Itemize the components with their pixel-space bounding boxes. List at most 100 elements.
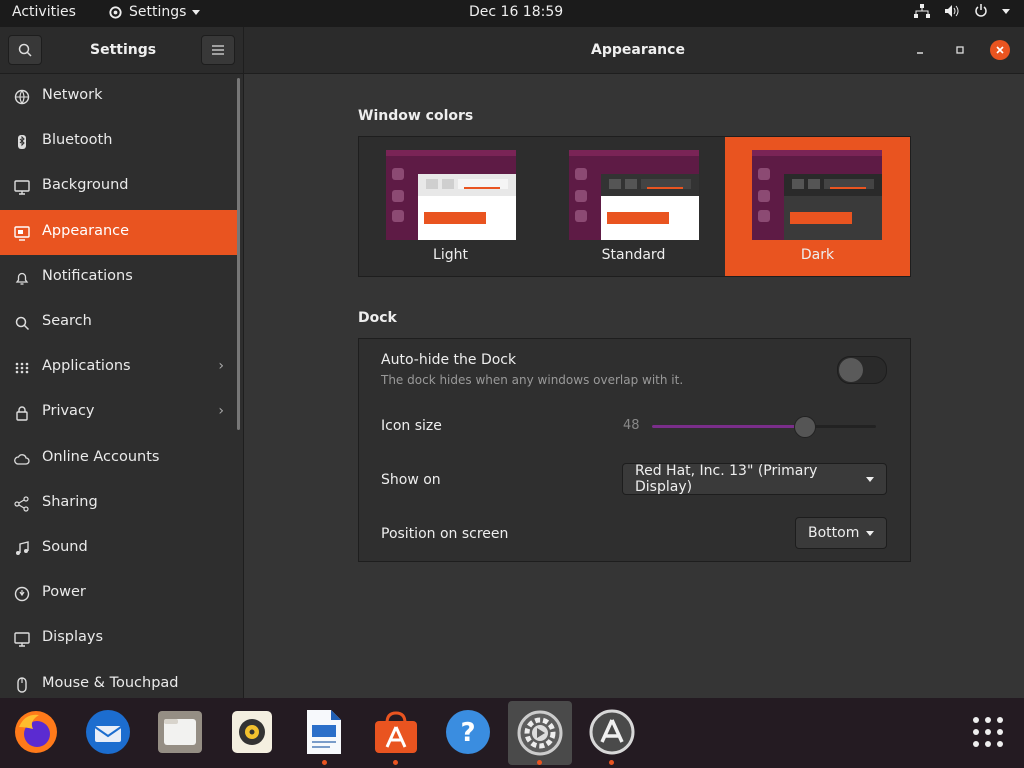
sidebar-item-notifications[interactable]: Notifications — [0, 255, 240, 300]
sidebar-item-label: Notifications — [42, 267, 133, 284]
sidebar-item-label: Mouse & Touchpad — [42, 674, 179, 691]
show-on-value: Red Hat, Inc. 13" (Primary Display) — [635, 463, 818, 495]
activities-button[interactable]: Activities — [12, 4, 76, 20]
icon-size-slider[interactable] — [652, 416, 876, 438]
files-icon — [158, 711, 202, 753]
top-bar: Activities Settings Dec 16 18:59 — [0, 0, 1024, 27]
power-icon — [975, 4, 987, 17]
rhythmbox-icon — [232, 711, 272, 753]
sidebar-item-sharing[interactable]: Sharing — [0, 481, 240, 526]
sidebar-item-displays[interactable]: Displays — [0, 616, 240, 661]
dock-settings-list: Auto-hide the Dock The dock hides when a… — [358, 338, 911, 562]
share-icon — [14, 496, 30, 512]
icon-size-label: Icon size — [381, 418, 442, 434]
sidebar-item-bluetooth[interactable]: Bluetooth — [0, 119, 240, 164]
dock-heading: Dock — [358, 310, 397, 326]
icon-size-value: 48 — [623, 418, 640, 433]
theme-label-dark: Dark — [800, 247, 835, 263]
background-display-icon — [14, 179, 30, 196]
sidebar-item-label: Bluetooth — [42, 132, 113, 149]
theme-option-standard[interactable]: Standard — [542, 137, 725, 276]
sidebar-title: Settings — [90, 42, 157, 58]
show-on-label: Show on — [381, 472, 441, 488]
mouse-icon — [14, 676, 30, 693]
dock-app-settings[interactable] — [508, 701, 572, 765]
dock-app-writer[interactable] — [300, 708, 348, 756]
toggle-knob — [839, 358, 863, 382]
settings-icon — [517, 710, 563, 756]
display-icon — [14, 631, 30, 648]
sidebar-item-sound[interactable]: Sound — [0, 526, 240, 571]
auto-hide-label: Auto-hide the Dock — [381, 352, 517, 368]
sidebar-item-network[interactable]: Network — [0, 74, 240, 119]
running-indicator — [537, 760, 542, 765]
volume-icon — [945, 5, 959, 17]
chevron-down-icon — [866, 530, 874, 536]
window-colors-heading: Window colors — [358, 108, 474, 124]
dock-app-updater[interactable] — [588, 708, 636, 756]
app-menu[interactable]: Settings — [108, 4, 201, 20]
system-tray[interactable] — [914, 4, 1010, 18]
sidebar: Network Bluetooth Background Appearance Noti… — [0, 74, 244, 698]
theme-option-dark[interactable]: Dark — [725, 137, 910, 276]
sidebar-scrollbar[interactable] — [237, 78, 240, 430]
sidebar-header: Settings — [0, 27, 244, 73]
close-button[interactable] — [990, 40, 1010, 60]
clock[interactable]: Dec 16 18:59 — [469, 4, 563, 20]
appearance-panel: Window colors Light Standard Dark Dock A… — [244, 74, 1024, 698]
network-icon — [914, 4, 930, 18]
auto-hide-toggle[interactable] — [837, 356, 887, 384]
sidebar-item-applications[interactable]: Applications › — [0, 345, 240, 390]
show-applications-button[interactable] — [964, 708, 1012, 756]
dock-app-software[interactable] — [372, 708, 420, 756]
help-icon: ? — [446, 710, 490, 754]
sidebar-item-search[interactable]: Search — [0, 300, 240, 345]
header-bar: Settings Appearance — [0, 27, 1024, 74]
app-menu-label: Settings — [129, 4, 187, 20]
appearance-icon — [14, 225, 30, 241]
dock-app-rhythmbox[interactable] — [228, 708, 276, 756]
sidebar-item-appearance[interactable]: Appearance — [0, 209, 240, 255]
position-dropdown[interactable]: Bottom — [795, 517, 887, 549]
sidebar-item-online-accounts[interactable]: Online Accounts — [0, 436, 240, 481]
sidebar-item-label: Sound — [42, 539, 88, 555]
sidebar-item-mouse-touchpad[interactable]: Mouse & Touchpad — [0, 662, 240, 698]
bluetooth-icon — [14, 134, 30, 150]
sidebar-item-label: Appearance — [42, 222, 130, 239]
grid-icon — [14, 360, 30, 376]
maximize-icon — [956, 46, 964, 54]
chevron-down-icon — [192, 9, 201, 15]
chevron-right-icon: › — [218, 403, 224, 420]
maximize-button[interactable] — [950, 40, 970, 60]
slider-fill — [652, 425, 805, 428]
sidebar-item-label: Network — [42, 87, 103, 103]
libreoffice-writer-icon — [307, 710, 341, 754]
menu-button[interactable] — [201, 35, 235, 65]
dark-theme-preview — [752, 150, 882, 240]
sidebar-item-power[interactable]: Power — [0, 571, 240, 616]
sidebar-item-privacy[interactable]: Privacy › — [0, 390, 240, 435]
slider-handle[interactable] — [794, 416, 817, 438]
menu-arrow-icon — [1002, 8, 1010, 14]
software-updater-icon — [589, 709, 635, 755]
chevron-right-icon: › — [218, 358, 224, 375]
running-indicator — [322, 760, 327, 765]
power-icon — [14, 586, 30, 602]
theme-label-standard: Standard — [601, 247, 666, 263]
sidebar-item-label: Sharing — [42, 493, 98, 510]
window-colors-chooser: Light Standard Dark — [358, 136, 911, 277]
svg-text:?: ? — [460, 718, 475, 748]
search-button[interactable] — [8, 35, 42, 65]
sidebar-item-label: Online Accounts — [42, 448, 160, 465]
sidebar-item-background[interactable]: Background — [0, 164, 240, 209]
running-indicator — [609, 760, 614, 765]
dock-app-thunderbird[interactable] — [84, 708, 132, 756]
dock-app-firefox[interactable] — [12, 708, 60, 756]
dock-app-files[interactable] — [156, 708, 204, 756]
minimize-button[interactable] — [910, 40, 930, 60]
show-on-dropdown[interactable]: Red Hat, Inc. 13" (Primary Display) — [622, 463, 887, 495]
dock-app-help[interactable]: ? — [444, 708, 492, 756]
auto-hide-description: The dock hides when any windows overlap … — [381, 373, 684, 387]
theme-option-light[interactable]: Light — [359, 137, 542, 276]
sidebar-item-label: Privacy — [42, 403, 95, 420]
